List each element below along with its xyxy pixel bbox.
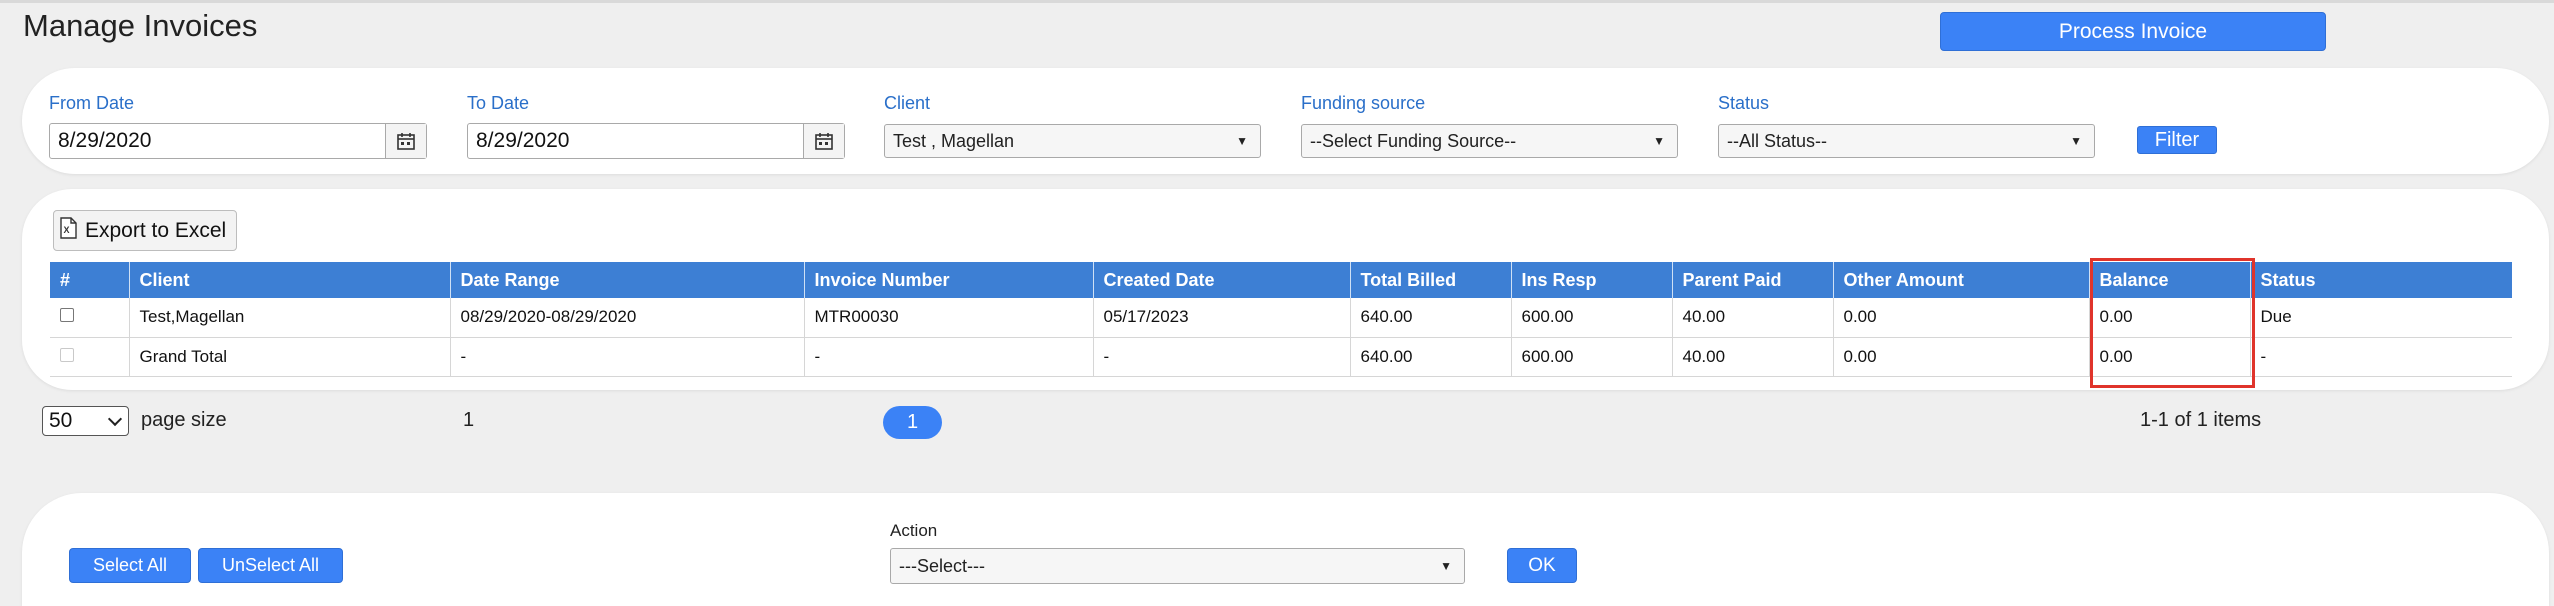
cell-total-billed: 640.00	[1350, 337, 1512, 377]
from-date-field[interactable]: 8/29/2020	[49, 123, 427, 159]
cell-client: Grand Total	[129, 337, 451, 377]
dropdown-caret-icon: ▼	[1440, 559, 1452, 573]
client-select-value: Test , Magellan	[893, 130, 1015, 151]
cell-created-date: 05/17/2023	[1093, 298, 1351, 338]
process-invoice-button[interactable]: Process Invoice	[1940, 12, 2326, 51]
page-size-value: 50	[49, 409, 73, 432]
dropdown-caret-icon: ▼	[1236, 134, 1248, 148]
page-size-select[interactable]: 50	[42, 406, 129, 436]
export-to-excel-label: Export to Excel	[85, 218, 227, 242]
cell-invoice-number: -	[804, 337, 1094, 377]
column-header[interactable]: Invoice Number	[804, 262, 1094, 298]
filter-button[interactable]: Filter	[2137, 126, 2217, 154]
row-checkbox-disabled	[60, 347, 74, 362]
cell-other-amount: 0.00	[1833, 337, 2090, 377]
cell-other-amount: 0.00	[1833, 298, 2090, 338]
row-checkbox[interactable]	[60, 308, 74, 323]
column-header[interactable]: Other Amount	[1833, 262, 2090, 298]
cell-date-range: 08/29/2020-08/29/2020	[450, 298, 805, 338]
column-header[interactable]: Ins Resp	[1511, 262, 1673, 298]
select-all-button[interactable]: Select All	[69, 548, 191, 583]
cell-created-date: -	[1093, 337, 1351, 377]
action-select-value: ---Select---	[899, 555, 985, 576]
page-number-text: 1	[463, 409, 475, 431]
column-header[interactable]: Parent Paid	[1672, 262, 1834, 298]
action-label: Action	[890, 521, 938, 540]
from-date-value[interactable]: 8/29/2020	[50, 124, 386, 158]
funding-source-label: Funding source	[1301, 93, 1426, 113]
cell-total-billed: 640.00	[1350, 298, 1512, 338]
from-date-label: From Date	[49, 93, 135, 113]
calendar-icon[interactable]	[386, 124, 426, 158]
client-select[interactable]: Test , Magellan ▼	[884, 124, 1261, 158]
cell-ins-resp: 600.00	[1511, 298, 1673, 338]
column-header[interactable]: Client	[129, 262, 451, 298]
action-select[interactable]: ---Select--- ▼	[890, 548, 1465, 584]
items-info: 1-1 of 1 items	[2140, 409, 2262, 431]
cell-ins-resp: 600.00	[1511, 337, 1673, 377]
cell-client: Test,Magellan	[129, 298, 451, 338]
status-label: Status	[1718, 93, 1770, 113]
ok-button[interactable]: OK	[1507, 548, 1577, 583]
svg-text:X: X	[64, 225, 70, 235]
cell-status: Due	[2250, 298, 2512, 338]
column-header[interactable]: Date Range	[450, 262, 805, 298]
excel-icon: X	[59, 216, 77, 245]
column-header[interactable]: #	[50, 262, 130, 298]
to-date-label: To Date	[467, 93, 530, 113]
page-size-label: page size	[141, 409, 227, 431]
row-select-cell	[50, 298, 130, 338]
status-select[interactable]: --All Status-- ▼	[1718, 124, 2095, 158]
chevron-down-icon	[107, 411, 123, 426]
cell-status: -	[2250, 337, 2512, 377]
to-date-value[interactable]: 8/29/2020	[468, 124, 804, 158]
client-label: Client	[884, 93, 931, 113]
dropdown-caret-icon: ▼	[2070, 134, 2082, 148]
column-header[interactable]: Status	[2250, 262, 2512, 298]
cell-date-range: -	[450, 337, 805, 377]
status-select-value: --All Status--	[1727, 130, 1828, 151]
calendar-icon[interactable]	[804, 124, 844, 158]
export-to-excel-button[interactable]: X Export to Excel	[53, 210, 237, 251]
page-title: Manage Invoices	[23, 8, 258, 43]
page-1-button[interactable]: 1	[883, 406, 942, 439]
cell-parent-paid: 40.00	[1672, 298, 1834, 338]
row-select-cell	[50, 337, 130, 377]
balance-column-highlight	[2090, 258, 2255, 388]
cell-parent-paid: 40.00	[1672, 337, 1834, 377]
funding-source-select[interactable]: --Select Funding Source-- ▼	[1301, 124, 1678, 158]
to-date-field[interactable]: 8/29/2020	[467, 123, 845, 159]
column-header[interactable]: Created Date	[1093, 262, 1351, 298]
funding-source-select-value: --Select Funding Source--	[1310, 130, 1517, 151]
cell-invoice-number: MTR00030	[804, 298, 1094, 338]
dropdown-caret-icon: ▼	[1653, 134, 1665, 148]
unselect-all-button[interactable]: UnSelect All	[198, 548, 343, 583]
column-header[interactable]: Total Billed	[1350, 262, 1512, 298]
top-divider	[0, 0, 2554, 3]
